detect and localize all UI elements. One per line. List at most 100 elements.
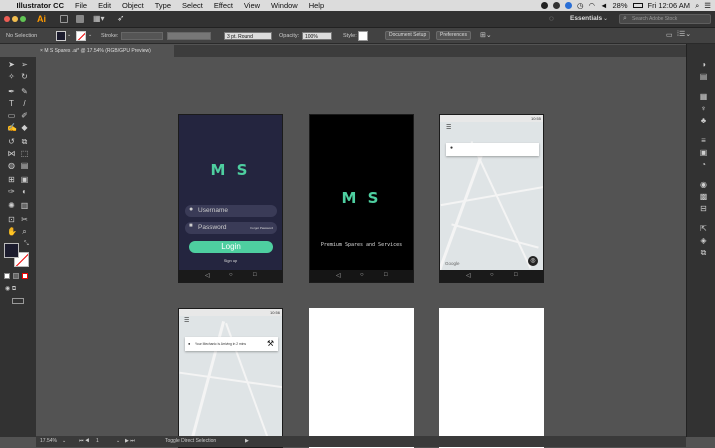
column-graph-tool-icon[interactable]: ▥ <box>20 201 29 210</box>
status-icon[interactable] <box>540 2 548 9</box>
gradient-mode-icon[interactable] <box>13 273 19 279</box>
fill-swatch[interactable] <box>56 31 66 41</box>
login-button[interactable]: Login <box>189 241 273 253</box>
libraries-panel-icon[interactable]: ▤ <box>699 72 708 81</box>
artboard-map-arriving[interactable]: 10:56 ☰ ● Your Mechanic is Arriving in 2… <box>178 308 283 448</box>
artboard-blank[interactable] <box>439 308 544 448</box>
layers-panel-icon[interactable]: ◈ <box>699 236 708 245</box>
recents-icon[interactable]: □ <box>253 272 257 278</box>
document-tab[interactable]: × M S Spares .ai* @ 17.54% (RGB/GPU Prev… <box>36 45 174 57</box>
scale-tool-icon[interactable]: ⧉ <box>20 137 29 146</box>
notification-center-icon[interactable]: ☰ <box>704 1 711 10</box>
color-mode-icon[interactable] <box>4 273 10 279</box>
document-setup-button[interactable]: Document Setup <box>385 31 431 40</box>
volume-icon[interactable]: ◄ <box>600 1 607 10</box>
username-field[interactable]: ● Username <box>185 205 277 217</box>
gradient-panel-icon[interactable]: ▣ <box>699 148 708 157</box>
artboards-panel-icon[interactable]: ⧉ <box>699 248 708 257</box>
hand-tool-icon[interactable]: ✋ <box>7 227 17 236</box>
chevron-down-icon[interactable]: ⌄ <box>88 32 92 38</box>
brushes-panel-icon[interactable]: ♆ <box>699 104 708 113</box>
bridge-icon[interactable] <box>60 15 68 23</box>
my-location-button[interactable]: ◎ <box>528 256 538 266</box>
artboard-tool-icon[interactable]: ⊡ <box>7 215 16 224</box>
zoom-window-icon[interactable] <box>20 16 26 22</box>
direct-selection-tool-icon[interactable]: ➢ <box>20 60 29 69</box>
opacity-field[interactable]: 100% <box>302 32 332 40</box>
shaper-tool-icon[interactable]: ✍ <box>7 123 17 132</box>
artboard-blank[interactable] <box>309 308 414 448</box>
status-tool[interactable]: Toggle Direct Selection <box>165 436 216 447</box>
panel-menu-icon[interactable]: ▭ <box>666 31 673 39</box>
stroke-panel-icon[interactable]: ≡ <box>699 136 708 145</box>
menu-select[interactable]: Select <box>177 0 209 11</box>
next-artboard-icon[interactable]: ▶ ⏭ <box>125 436 135 447</box>
appearance-panel-icon[interactable]: ◉ <box>699 180 708 189</box>
app-menu[interactable]: Illustrator CC <box>11 0 70 11</box>
shape-builder-tool-icon[interactable]: ◍ <box>7 161 16 170</box>
menu-edit[interactable]: Edit <box>93 0 117 11</box>
preferences-button[interactable]: Preferences <box>436 31 471 40</box>
artboard-login[interactable]: M S ● Username ■ Password Forgot Passwor… <box>178 114 283 283</box>
hamburger-menu-icon[interactable]: ☰ <box>184 317 189 324</box>
home-icon[interactable]: ○ <box>360 272 364 278</box>
artboard-splash[interactable]: M S Premium Spares and Services ◁ ○ □ <box>309 114 414 283</box>
symbol-sprayer-tool-icon[interactable]: ✺ <box>7 201 16 210</box>
workspace-switcher[interactable]: Essentials <box>570 15 602 22</box>
properties-panel-icon[interactable]: ◑ <box>699 60 708 69</box>
recents-icon[interactable]: □ <box>514 272 518 278</box>
line-tool-icon[interactable]: / <box>20 99 29 108</box>
status-icon[interactable] <box>564 2 572 9</box>
forgot-password-link[interactable]: Forgot Password <box>250 226 273 230</box>
send-icon[interactable]: ➶ <box>117 13 125 24</box>
gradient-tool-icon[interactable]: ▣ <box>20 175 29 184</box>
align-panel-icon[interactable]: ⊟ <box>699 204 708 213</box>
blend-tool-icon[interactable]: ◐ <box>20 187 29 196</box>
graphic-style-swatch[interactable] <box>358 31 368 41</box>
menu-effect[interactable]: Effect <box>208 0 238 11</box>
clock[interactable]: Fri 12:06 AM <box>648 1 691 10</box>
password-field[interactable]: ■ Password Forgot Password <box>185 222 277 234</box>
lightbulb-icon[interactable]: ◌ <box>549 14 554 23</box>
rotate-tool-icon[interactable]: ↺ <box>7 137 16 146</box>
mesh-tool-icon[interactable]: ⊞ <box>7 175 16 184</box>
eyedropper-tool-icon[interactable]: ✑ <box>7 187 16 196</box>
battery-icon[interactable] <box>632 3 643 8</box>
first-artboard-icon[interactable]: ⏮ ◀ <box>79 436 89 447</box>
back-icon[interactable]: ◁ <box>205 272 210 279</box>
draw-mode-icon[interactable]: ◉ ⧉ <box>5 285 16 293</box>
stroke-weight-field[interactable] <box>121 32 163 40</box>
export-panel-icon[interactable]: ⇱ <box>699 224 708 233</box>
lasso-tool-icon[interactable]: ↻ <box>20 72 29 81</box>
screen-mode-icon[interactable] <box>12 298 24 304</box>
variable-width-field[interactable] <box>167 32 211 40</box>
perspective-grid-tool-icon[interactable]: ▤ <box>20 161 29 170</box>
slice-tool-icon[interactable]: ✂ <box>20 215 29 224</box>
width-tool-icon[interactable]: ⋈ <box>7 149 16 158</box>
magic-wand-tool-icon[interactable]: ✧ <box>7 72 16 81</box>
artboard-number[interactable]: 1 <box>96 436 99 447</box>
status-icon[interactable] <box>552 2 560 9</box>
free-transform-tool-icon[interactable]: ⬚ <box>20 149 29 158</box>
spotlight-icon[interactable]: ⌕ <box>695 1 699 11</box>
menu-type[interactable]: Type <box>149 0 176 11</box>
paintbrush-tool-icon[interactable]: ✐ <box>20 111 29 120</box>
artboard-dropdown-icon[interactable]: ⌄ <box>116 436 120 447</box>
battery-percent[interactable]: 28% <box>613 1 628 10</box>
transparency-panel-icon[interactable]: ◔ <box>699 160 708 169</box>
minimize-window-icon[interactable] <box>12 16 18 22</box>
rectangle-tool-icon[interactable]: ▭ <box>7 111 16 120</box>
align-icon[interactable]: ⊞⌄ <box>480 31 492 39</box>
zoom-level[interactable]: 17.54% <box>40 436 57 447</box>
close-window-icon[interactable] <box>4 16 10 22</box>
time-machine-icon[interactable]: ◷ <box>577 1 584 10</box>
arrange-documents-icon[interactable]: ▦▾ <box>93 14 105 23</box>
pen-tool-icon[interactable]: ✒ <box>7 87 16 96</box>
none-mode-icon[interactable] <box>22 273 28 279</box>
hamburger-menu-icon[interactable]: ☰ <box>446 124 451 131</box>
chevron-down-icon[interactable]: ⌄ <box>67 32 71 38</box>
fill-color-swatch[interactable] <box>4 243 19 258</box>
signup-link[interactable]: Sign up <box>179 258 282 263</box>
stroke-swatch[interactable] <box>76 31 86 41</box>
home-icon[interactable]: ○ <box>229 272 233 278</box>
